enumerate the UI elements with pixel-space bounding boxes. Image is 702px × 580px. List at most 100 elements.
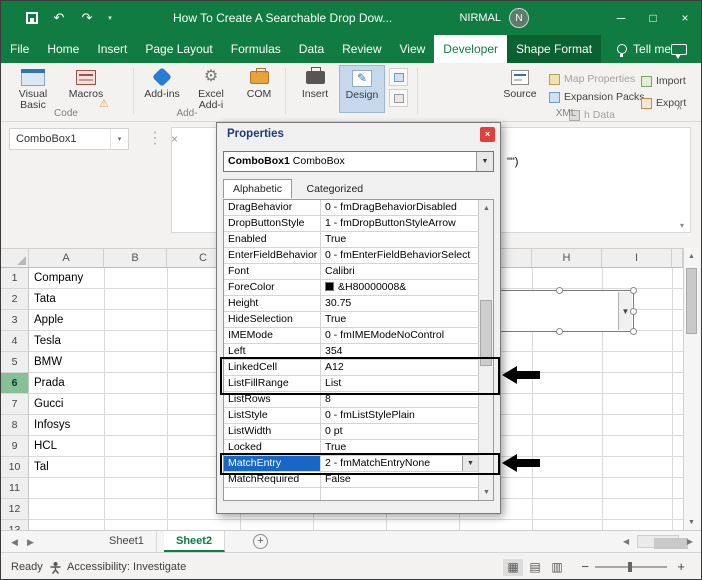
property-grid-scrollbar[interactable]: ▲ ▼ [478,200,493,500]
excel-add-ins-button[interactable]: ⚙ Excel Add-i [187,65,235,113]
tab-file[interactable]: File [1,35,38,63]
tab-alphabetic[interactable]: Alphabetic [223,179,292,198]
account-name[interactable]: NIRMAL [459,1,501,35]
resize-handle-right[interactable] [630,308,637,315]
property-row-left[interactable]: Left354 [224,344,478,360]
row-header-11[interactable]: 11 [1,478,29,499]
scroll-up-icon[interactable]: ▲ [684,248,699,264]
save-button[interactable] [21,1,43,35]
property-row-liststyle[interactable]: ListStyle0 - fmListStylePlain [224,408,478,424]
property-grid-scrollbar-thumb[interactable] [480,300,492,366]
close-button[interactable]: × [669,1,701,35]
column-header-a[interactable]: A [29,249,104,267]
name-box-caret-icon[interactable]: ▾ [110,129,128,149]
cell-a12[interactable] [30,499,104,520]
cell-a5[interactable]: BMW [30,352,104,373]
cell-a7[interactable]: Gucci [30,394,104,415]
scroll-down-icon[interactable]: ▼ [684,514,699,530]
design-mode-button[interactable]: ✎ Design [339,65,385,113]
row-header-6[interactable]: 6 [1,373,29,394]
resize-handle-bottom-right[interactable] [630,328,637,335]
scroll-up-icon[interactable]: ▲ [479,200,494,216]
tab-categorized[interactable]: Categorized [297,179,374,198]
view-code-mini-button[interactable] [389,89,408,107]
row-header-3[interactable]: 3 [1,310,29,331]
cell-a8[interactable]: Infosys [30,415,104,436]
maximize-button[interactable]: □ [637,1,669,35]
zoom-out-button[interactable]: − [581,553,589,580]
property-row-height[interactable]: Height30.75 [224,296,478,312]
visual-basic-button[interactable]: Visual Basic [7,65,59,113]
tab-view[interactable]: View [391,35,435,63]
tab-home[interactable]: Home [38,35,88,63]
row-header-8[interactable]: 8 [1,415,29,436]
row-header-7[interactable]: 7 [1,394,29,415]
combobox-control[interactable]: ▼ [491,290,634,332]
zoom-in-button[interactable]: + [677,553,685,580]
zoom-slider-thumb[interactable] [628,562,632,572]
property-row-font[interactable]: FontCalibri [224,264,478,280]
sheet-nav-right-icon[interactable]: ▶ [27,531,34,553]
tab-data[interactable]: Data [290,35,333,63]
column-header-h[interactable]: H [532,249,602,267]
property-row-matchrequired[interactable]: MatchRequiredFalse [224,472,478,488]
sheet-tab-sheet1[interactable]: Sheet1 [97,531,157,552]
map-properties-button[interactable]: Map Properties [549,71,635,87]
cell-a1[interactable]: Company [30,268,104,289]
quick-access-customize-button[interactable]: ▾ [103,1,117,35]
property-row-partial[interactable] [224,488,478,500]
row-header-1[interactable]: 1 [1,268,29,289]
page-break-view-button[interactable]: ▥ [547,559,567,576]
zoom-slider[interactable] [595,566,667,568]
horizontal-scrollbar-thumb[interactable] [654,538,688,549]
add-ins-button[interactable]: Add-ins [139,65,185,113]
tab-formulas[interactable]: Formulas [222,35,290,63]
column-header-i[interactable]: I [602,249,672,267]
select-all-corner[interactable] [1,249,29,267]
property-row-matchentry[interactable]: MatchEntry2 - fmMatchEntryNone▼ [224,456,478,472]
add-sheet-button[interactable]: + [253,534,268,549]
property-row-listfillrange[interactable]: ListFillRangeList [224,376,478,392]
property-row-listwidth[interactable]: ListWidth0 pt [224,424,478,440]
vertical-scrollbar-thumb[interactable] [686,268,697,334]
row-header-2[interactable]: 2 [1,289,29,310]
property-row-dropbuttonstyle[interactable]: DropButtonStyle1 - fmDropButtonStyleArro… [224,216,478,232]
insert-control-button[interactable]: Insert [293,65,337,113]
property-row-hideselection[interactable]: HideSelectionTrue [224,312,478,328]
redo-button[interactable]: ↷ [77,1,97,35]
cancel-formula-icon[interactable]: × [171,128,178,150]
column-header-b[interactable]: B [104,249,167,267]
com-add-ins-button[interactable]: COM [237,65,281,113]
collapse-ribbon-icon[interactable]: ^ [677,105,682,116]
cell-a2[interactable]: Tata [30,289,104,310]
scroll-down-icon[interactable]: ▼ [479,484,494,500]
hscroll-right-icon[interactable]: ▶ [687,534,693,549]
cell-a3[interactable]: Apple [30,310,104,331]
expansion-packs-button[interactable]: Expansion Packs [549,89,645,105]
resize-handle-top-right[interactable] [630,287,637,294]
avatar[interactable]: N [509,8,529,28]
properties-close-button[interactable]: × [480,127,495,142]
minimize-button[interactable]: ─ [605,1,637,35]
sheet-nav-left-icon[interactable]: ◀ [11,531,18,553]
properties-window[interactable]: Properties × ComboBox1 ComboBox ▼ Alphab… [216,122,501,514]
page-layout-view-button[interactable]: ▤ [525,559,545,576]
row-header-9[interactable]: 9 [1,436,29,457]
object-selector-dropdown[interactable]: ComboBox1 ComboBox ▼ [223,151,494,172]
row-header-10[interactable]: 10 [1,457,29,478]
horizontal-scrollbar[interactable]: ◀ ▶ [623,534,693,549]
property-row-forecolor[interactable]: ForeColor&H80000008& [224,280,478,296]
row-header-5[interactable]: 5 [1,352,29,373]
property-row-enabled[interactable]: EnabledTrue [224,232,478,248]
row-header-4[interactable]: 4 [1,331,29,352]
matchentry-dropdown-icon[interactable]: ▼ [462,456,478,471]
xml-source-button[interactable]: Source [498,65,542,113]
cell-a9[interactable]: HCL [30,436,104,457]
tab-shape-format[interactable]: Shape Format [507,35,601,63]
hscroll-left-icon[interactable]: ◀ [623,534,629,549]
property-row-enterfieldbehavior[interactable]: EnterFieldBehavior0 - fmEnterFieldBehavi… [224,248,478,264]
cell-a10[interactable]: Tal [30,457,104,478]
control-properties-mini-button[interactable] [389,68,408,86]
property-row-locked[interactable]: LockedTrue [224,440,478,456]
tab-developer[interactable]: Developer [434,35,507,63]
